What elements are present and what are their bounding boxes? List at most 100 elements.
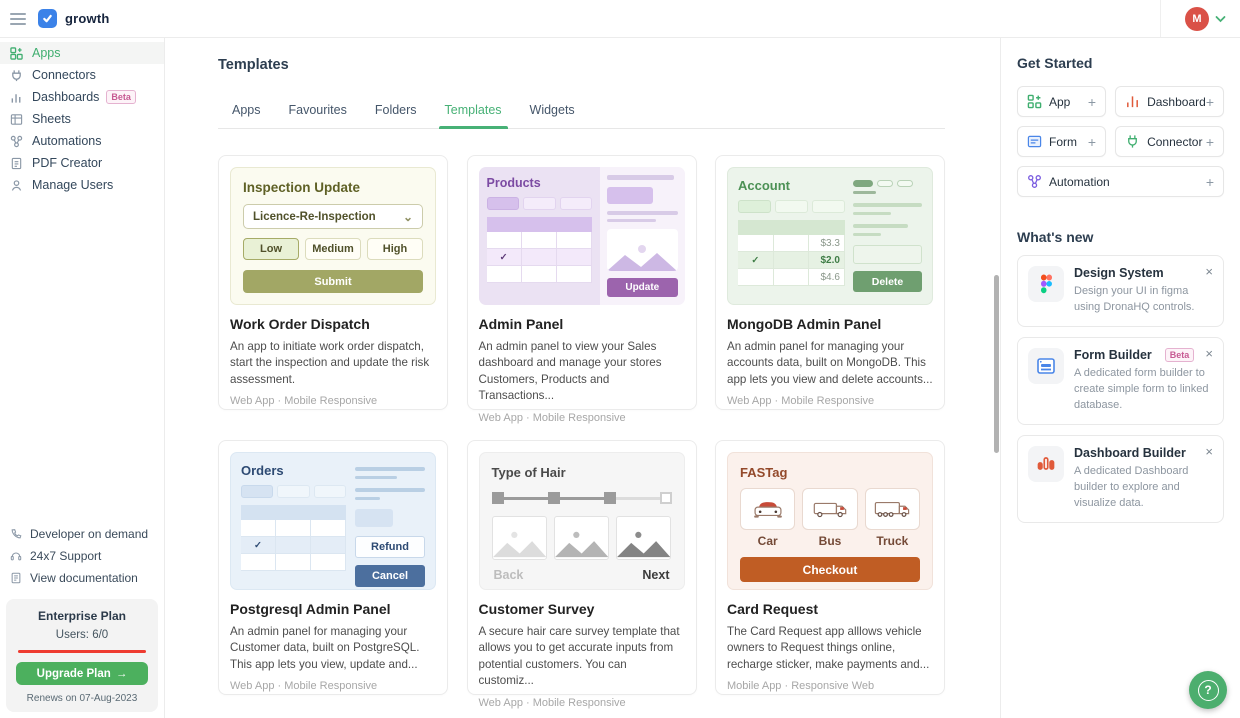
check-icon: ✓	[500, 252, 508, 263]
beta-badge: Beta	[1165, 348, 1195, 362]
phone-icon	[10, 528, 22, 540]
whats-new-card-design-system[interactable]: Design System Design your UI in figma us…	[1017, 255, 1224, 327]
tab-widgets[interactable]: Widgets	[516, 97, 589, 128]
template-name: Admin Panel	[479, 316, 685, 332]
chevron-down-icon[interactable]	[1215, 15, 1226, 23]
whats-new-title: What's new	[1017, 229, 1224, 245]
left-sidebar: Apps Connectors Dashboards Beta Sheets A…	[0, 38, 165, 718]
automations-icon	[10, 135, 23, 148]
template-name: Card Request	[727, 601, 933, 617]
template-card-work-order-dispatch[interactable]: Inspection Update Licence-Re-Inspection …	[218, 155, 448, 410]
plan-card: Enterprise Plan Users: 6/0 Upgrade Plan …	[6, 599, 158, 712]
plan-usage-bar	[18, 650, 146, 653]
template-meta: Web App · Mobile Responsive	[230, 395, 436, 407]
preview-cancel-button: Cancel	[355, 565, 425, 587]
sidebar-item-label: Apps	[32, 46, 61, 60]
template-card-card-request[interactable]: FASTag Car Bus	[715, 440, 945, 695]
connector-icon	[10, 69, 23, 82]
create-form-button[interactable]: Form +	[1017, 126, 1106, 157]
template-meta: Web App · Mobile Responsive	[479, 412, 685, 424]
template-description: An admin panel for managing your Custome…	[230, 624, 436, 673]
preview-back-label: Back	[494, 568, 524, 582]
preview-title: Products	[487, 176, 593, 190]
tab-templates[interactable]: Templates	[431, 97, 516, 128]
create-automation-button[interactable]: Automation +	[1017, 166, 1224, 197]
upgrade-plan-button[interactable]: Upgrade Plan →	[16, 662, 148, 685]
hamburger-menu-icon[interactable]	[10, 10, 26, 28]
image-placeholder	[616, 516, 671, 560]
preview-update-button: Update	[607, 278, 677, 297]
template-card-postgresql-admin-panel[interactable]: Orders ✓ Refund Cancel	[218, 440, 448, 695]
headset-icon	[10, 550, 22, 562]
dashboard-icon	[1125, 94, 1140, 109]
help-button[interactable]: ?	[1189, 671, 1227, 709]
app-icon	[1027, 94, 1042, 109]
sidebar-item-label: Automations	[32, 134, 101, 148]
main-content: Templates Apps Favourites Folders Templa…	[165, 38, 1000, 718]
dronahq-logo[interactable]	[38, 9, 57, 28]
plan-users: Users: 6/0	[16, 629, 148, 641]
check-icon: ✓	[254, 540, 262, 551]
beta-badge: Beta	[106, 90, 136, 104]
template-preview: Orders ✓ Refund Cancel	[230, 452, 436, 590]
dashboard-icon	[10, 91, 23, 104]
get-started-title: Get Started	[1017, 55, 1224, 71]
documentation-link[interactable]: View documentation	[0, 567, 164, 589]
template-meta: Web App · Mobile Responsive	[479, 697, 685, 709]
pdf-icon	[10, 157, 23, 170]
sheets-icon	[10, 113, 23, 126]
automation-icon	[1027, 174, 1042, 189]
plus-icon: +	[1206, 134, 1214, 150]
check-icon: ✓	[751, 255, 759, 266]
side-link-label: Developer on demand	[30, 527, 148, 541]
sidebar-item-label: Manage Users	[32, 178, 113, 192]
sidebar-item-label: Sheets	[32, 112, 71, 126]
doc-icon	[10, 572, 22, 584]
template-name: MongoDB Admin Panel	[727, 316, 933, 332]
mini-table: ✓	[241, 505, 346, 571]
close-icon[interactable]: ×	[1205, 347, 1213, 360]
tab-favourites[interactable]: Favourites	[275, 97, 361, 128]
template-card-customer-survey[interactable]: Type of Hair Back Next Customer Survey A…	[467, 440, 697, 695]
sidebar-item-connectors[interactable]: Connectors	[0, 64, 164, 86]
create-connector-button[interactable]: Connector +	[1115, 126, 1224, 157]
template-card-mongodb-admin-panel[interactable]: Account $3.3 ✓$2.0 $4.6	[715, 155, 945, 410]
template-preview: FASTag Car Bus	[727, 452, 933, 590]
preview-title: Inspection Update	[243, 180, 423, 195]
sidebar-item-dashboards[interactable]: Dashboards Beta	[0, 86, 164, 108]
preview-title: Orders	[241, 463, 346, 478]
arrow-right-icon: →	[116, 668, 128, 680]
template-meta: Mobile App · Responsive Web	[727, 680, 933, 692]
preview-refund-button: Refund	[355, 536, 425, 558]
figma-icon	[1028, 266, 1064, 302]
close-icon[interactable]: ×	[1205, 445, 1213, 458]
mini-table: $3.3 ✓$2.0 $4.6	[738, 220, 845, 286]
whats-new-card-form-builder[interactable]: Form Builder Beta A dedicated form build…	[1017, 337, 1224, 425]
mini-table: ✓	[487, 217, 593, 283]
sidebar-item-manage-users[interactable]: Manage Users	[0, 174, 164, 196]
page-title: Templates	[218, 57, 1000, 73]
create-dashboard-button[interactable]: Dashboard +	[1115, 86, 1224, 117]
whats-new-card-dashboard-builder[interactable]: Dashboard Builder A dedicated Dashboard …	[1017, 435, 1224, 523]
preview-delete-button: Delete	[853, 271, 922, 292]
dashboard-builder-icon	[1028, 446, 1064, 482]
user-avatar[interactable]: M	[1185, 7, 1209, 31]
sidebar-item-pdf-creator[interactable]: PDF Creator	[0, 152, 164, 174]
developer-on-demand-link[interactable]: Developer on demand	[0, 523, 164, 545]
car-icon	[740, 488, 795, 530]
sidebar-item-apps[interactable]: Apps	[0, 42, 164, 64]
sidebar-item-automations[interactable]: Automations	[0, 130, 164, 152]
plan-name: Enterprise Plan	[16, 609, 148, 623]
create-app-button[interactable]: App +	[1017, 86, 1106, 117]
support-link[interactable]: 24x7 Support	[0, 545, 164, 567]
plan-renewal-date: Renews on 07-Aug-2023	[16, 693, 148, 704]
close-icon[interactable]: ×	[1205, 265, 1213, 278]
sidebar-item-sheets[interactable]: Sheets	[0, 108, 164, 130]
template-card-admin-panel[interactable]: Products ✓	[467, 155, 697, 410]
tab-folders[interactable]: Folders	[361, 97, 431, 128]
template-name: Postgresql Admin Panel	[230, 601, 436, 617]
scrollbar[interactable]	[994, 275, 999, 453]
tab-apps[interactable]: Apps	[218, 97, 275, 128]
template-preview: Products ✓	[479, 167, 685, 305]
right-sidebar: Get Started App + Dashboard + Form + Con…	[1000, 38, 1240, 718]
